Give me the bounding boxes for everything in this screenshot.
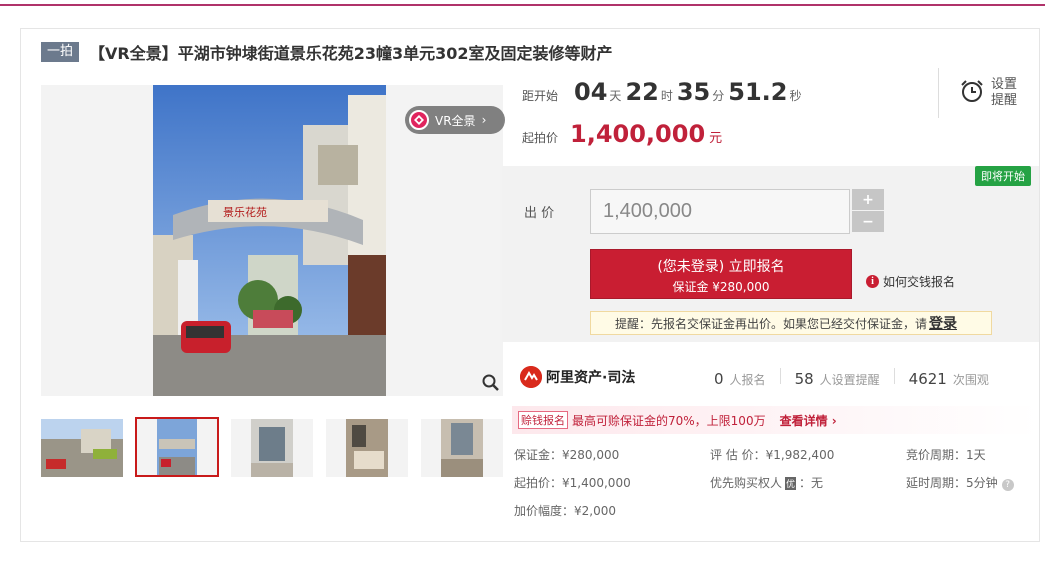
seconds-unit: 秒 <box>789 89 802 103</box>
priority-buyer-info: 优先购买权人优：无 <box>710 474 823 491</box>
credit-text: 最高可赊保证金的70%，上限100万 <box>572 413 766 428</box>
start-price-label: 起拍价 <box>522 131 559 145</box>
view-count-label: 次围观 <box>952 373 989 387</box>
reminder-count: 58 <box>794 370 814 388</box>
increase-bid-button[interactable]: + <box>852 189 884 210</box>
tip-text: 提醒：先报名交保证金再出价。如果您已经交付保证金，请 <box>615 316 928 331</box>
ali-logo-icon <box>520 366 542 388</box>
start-price-unit: 元 <box>709 131 723 146</box>
start-price-info: 起拍价：¥1,400,000 <box>514 476 631 490</box>
vr-label: VR全景 <box>435 113 476 128</box>
start-price-value: 1,400,000 <box>570 120 706 148</box>
priority-value: ：无 <box>799 476 824 490</box>
platform-name: 阿里资产·司法 <box>546 370 636 386</box>
top-accent-line <box>0 0 1045 6</box>
divider <box>779 368 781 384</box>
how-to-pay-label: 如何交钱报名 <box>883 275 956 289</box>
stats-row: 0 人报名 58 人设置提醒 4621 次围观 <box>714 368 989 388</box>
countdown-days: 04 <box>574 78 608 106</box>
hours-unit: 时 <box>660 89 673 103</box>
signup-deposit: 保证金 ¥280,000 <box>672 280 770 294</box>
delay-period-info: 延时周期：5分钟? <box>906 474 1014 491</box>
thumbnail-5[interactable] <box>421 419 503 477</box>
page-title: 【VR全景】平湖市钟埭街道景乐花苑23幢3单元302室及固定装修等财产 <box>89 44 613 63</box>
photo-sign-text: 景乐花苑 <box>223 206 267 219</box>
login-tip: 提醒：先报名交保证金再出价。如果您已经交付保证金，请 登录 <box>590 311 992 335</box>
countdown-minutes: 35 <box>676 78 711 106</box>
decrease-bid-button[interactable]: − <box>852 211 884 232</box>
delay-period-text: 延时周期：5分钟 <box>906 476 998 490</box>
thumbnail-2-active[interactable] <box>135 417 219 477</box>
view-count: 4621 <box>908 370 947 388</box>
priority-flag-icon: 优 <box>785 477 797 490</box>
credit-signup-banner: 赊钱报名 最高可赊保证金的70%，上限100万 查看详情 › <box>512 406 1039 434</box>
signup-button[interactable]: (您未登录) 立即报名 保证金 ¥280,000 <box>590 249 852 299</box>
signup-count-label: 人报名 <box>729 373 766 387</box>
zoom-icon[interactable] <box>481 373 501 393</box>
alarm-clock-icon <box>959 78 985 108</box>
login-link[interactable]: 登录 <box>929 313 957 333</box>
round-badge: 一拍 <box>41 42 80 62</box>
minutes-unit: 分 <box>712 89 725 103</box>
countdown-seconds: 51.2 <box>728 78 788 106</box>
thumbnail-4[interactable] <box>326 419 408 477</box>
status-badge: 即将开始 <box>975 166 1031 186</box>
start-price: 起拍价 1,400,000 元 <box>522 120 722 148</box>
title-row: 一拍 【VR全景】平湖市钟埭街道景乐花苑23幢3单元302室及固定装修等财产 <box>41 41 613 63</box>
help-icon[interactable]: ? <box>1001 479 1014 491</box>
set-reminder-button[interactable]: 设置 提醒 <box>938 68 1038 118</box>
countdown: 距开始 04 天 22 时 35 分 51.2 秒 <box>522 78 802 108</box>
bid-label: 出 价 <box>524 206 555 221</box>
info-icon: i <box>866 275 879 288</box>
thumbnail-3[interactable] <box>231 419 313 477</box>
signup-count: 0 <box>714 370 724 388</box>
vr-panorama-button[interactable]: VR全景 › <box>405 106 505 134</box>
bid-amount-input[interactable]: 1,400,000 <box>590 189 850 234</box>
increment-info: 加价幅度：¥2,000 <box>514 504 616 518</box>
main-photo[interactable]: 景乐花苑 <box>153 85 386 396</box>
signup-line1: (您未登录) 立即报名 <box>657 259 785 275</box>
deposit-info: 保证金：¥280,000 <box>514 448 620 462</box>
divider <box>893 368 895 384</box>
view-details-link[interactable]: 查看详情 › <box>780 412 837 429</box>
remind-line2: 提醒 <box>991 93 1018 108</box>
how-to-pay-link[interactable]: i 如何交钱报名 <box>866 273 955 290</box>
platform-brand: 阿里资产·司法 <box>520 366 635 388</box>
vr-icon <box>409 110 429 130</box>
countdown-label: 距开始 <box>522 89 559 103</box>
chevron-right-icon: › <box>481 113 487 127</box>
thumbnail-1[interactable] <box>41 419 123 477</box>
remind-line1: 设置 <box>991 77 1018 92</box>
thumbnail-strip <box>41 417 503 479</box>
countdown-hours: 22 <box>625 78 659 106</box>
priority-label: 优先购买权人 <box>710 476 783 490</box>
bidding-period-info: 竞价周期：1天 <box>906 448 986 462</box>
credit-tag: 赊钱报名 <box>518 411 568 429</box>
appraisal-info: 评 估 价：¥1,982,400 <box>710 448 835 462</box>
days-unit: 天 <box>609 89 622 103</box>
reminder-count-label: 人设置提醒 <box>819 373 880 387</box>
